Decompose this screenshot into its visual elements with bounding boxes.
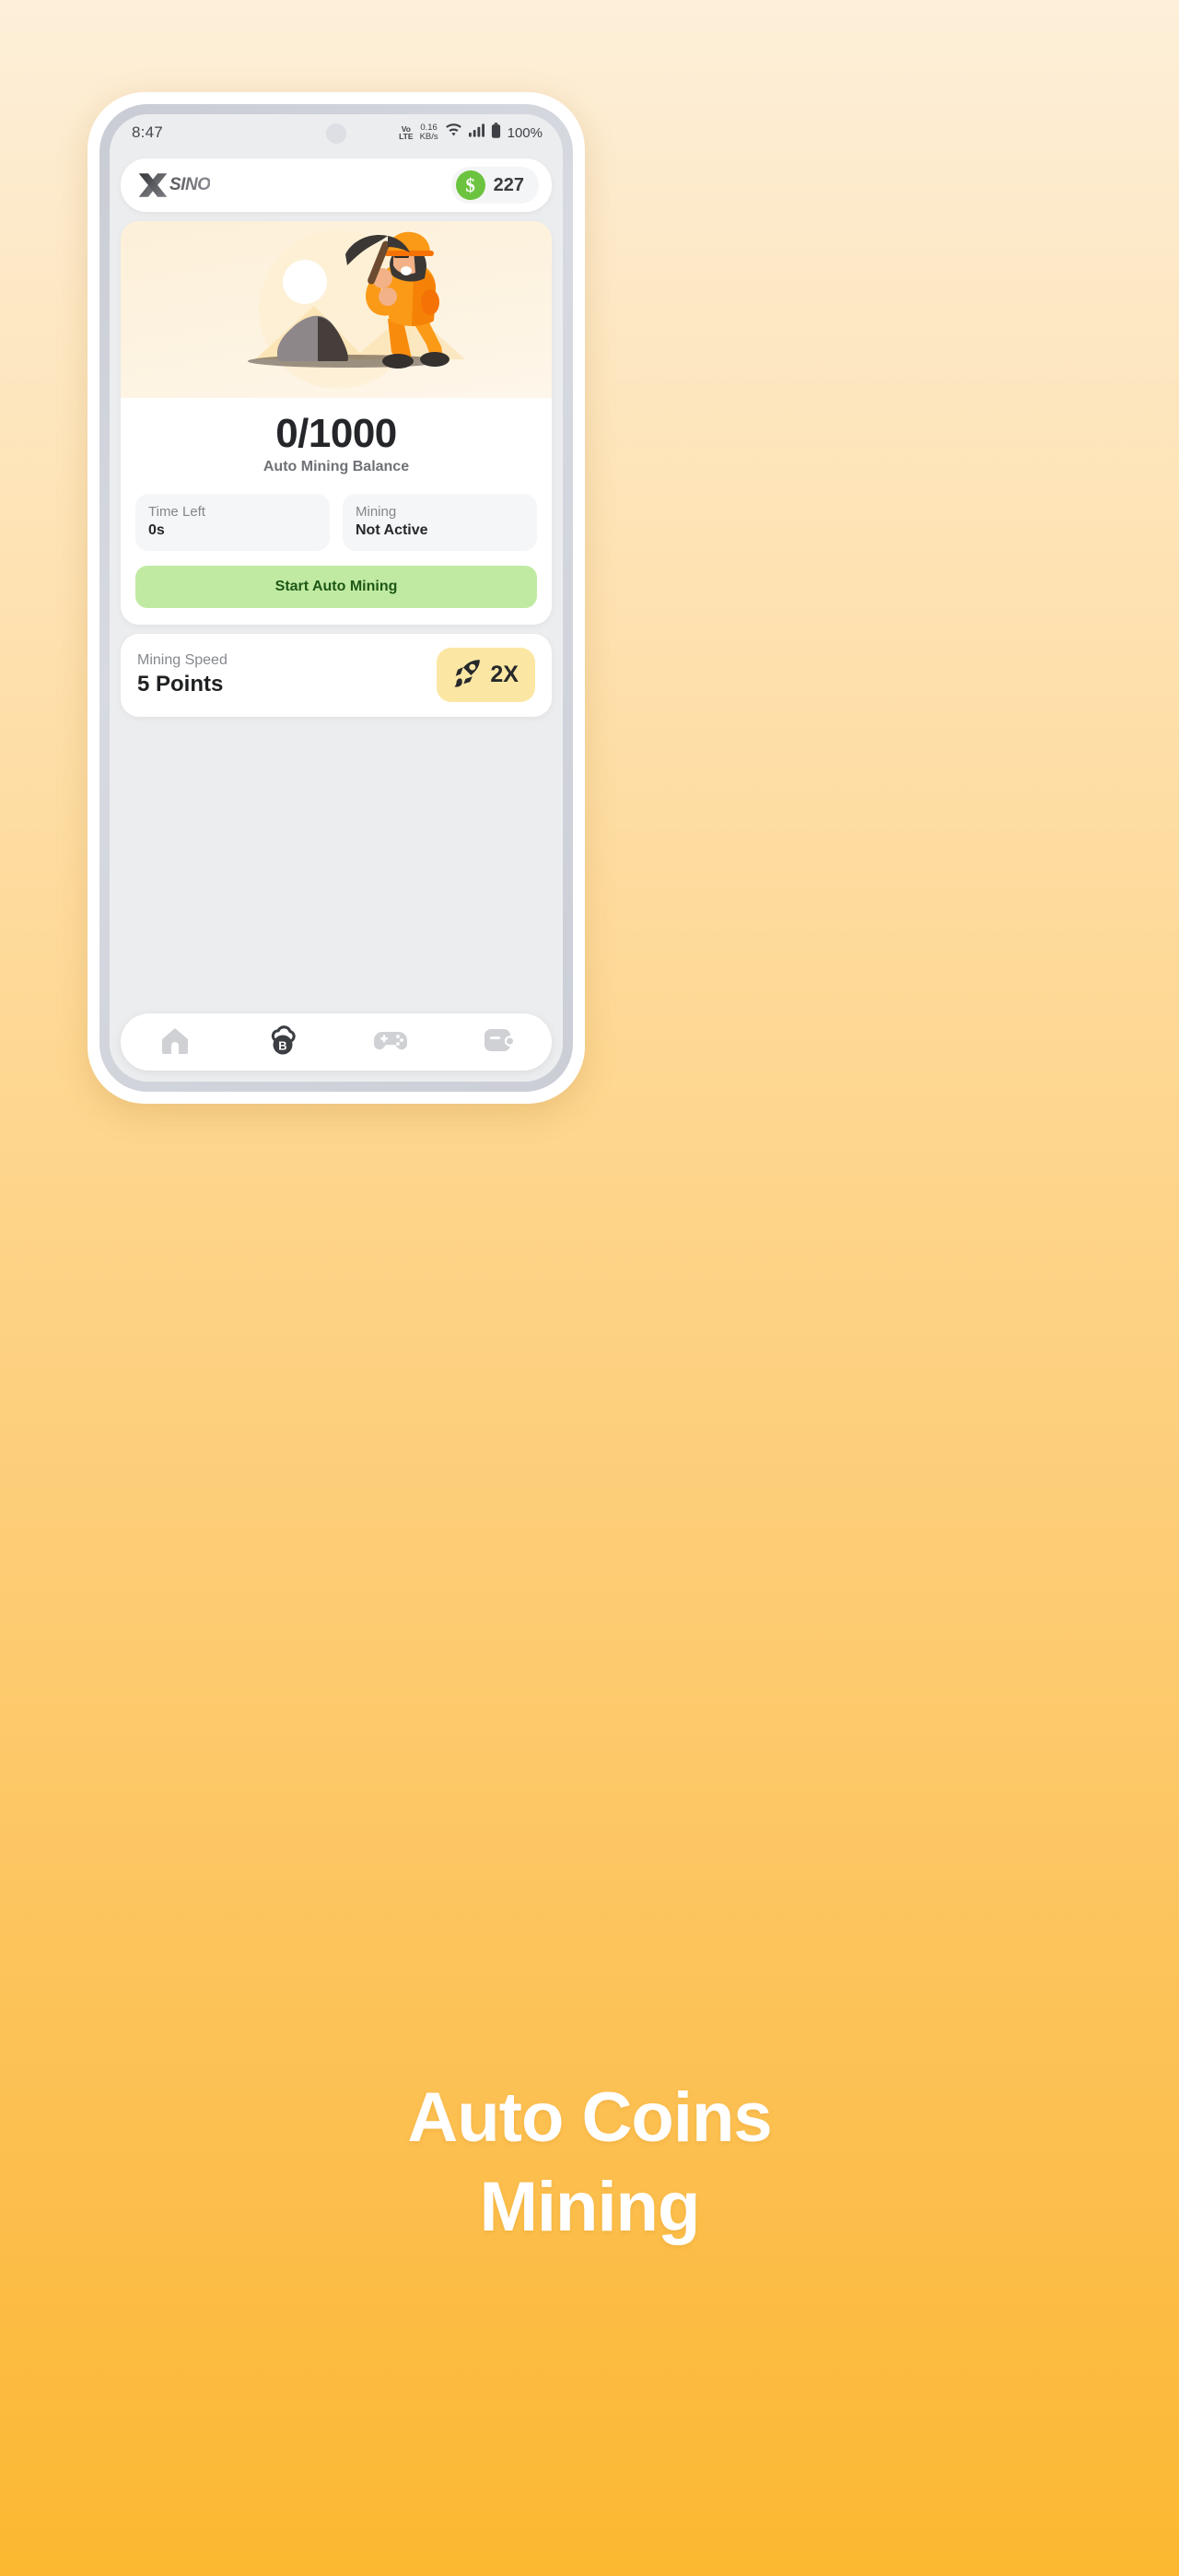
stat-time-left-label: Time Left <box>148 503 205 520</box>
stat-mining-status: Mining Not Active <box>343 493 537 551</box>
volte-bottom-label: LTE <box>399 132 414 141</box>
status-bar-clock: 8:47 <box>132 123 163 141</box>
promo-headline-line2: Mining <box>479 2168 701 2247</box>
svg-text:B: B <box>278 1038 286 1052</box>
status-bar: 8:47 Vo LTE 0.16 KB/s 100% <box>110 114 563 151</box>
volte-icon: Vo LTE <box>399 124 414 141</box>
coin-balance-value: 227 <box>493 174 524 195</box>
stat-mining-status-label: Mining <box>356 503 397 520</box>
app-logo-text: SINO <box>169 175 211 194</box>
promo-headline: Auto Coins Mining <box>0 2073 1179 2253</box>
nav-item-wallet[interactable] <box>469 1018 528 1066</box>
rocket-icon <box>451 657 483 693</box>
x-logo-icon <box>137 171 169 199</box>
app-content: SINO $ 227 0/1000 Auto Mining Balance Ti… <box>110 151 563 1082</box>
stat-mining-status-value: Not Active <box>356 521 428 538</box>
app-header-bar: SINO $ 227 <box>121 158 552 212</box>
balance-section: 0/1000 Auto Mining Balance <box>121 398 552 481</box>
mining-stats-row: Time Left 0s Mining Not Active <box>121 481 552 551</box>
cloud-bitcoin-mining-icon: B <box>266 1025 299 1060</box>
app-logo[interactable]: SINO <box>137 171 211 199</box>
network-speed-indicator: 0.16 KB/s <box>420 123 438 142</box>
promo-headline-line1: Auto Coins <box>407 2078 772 2157</box>
nav-item-games[interactable] <box>361 1018 420 1066</box>
nav-item-mining[interactable]: B <box>253 1018 312 1066</box>
boost-2x-button[interactable]: 2X <box>437 647 535 702</box>
mining-speed-card: Mining Speed 5 Points 2X <box>121 633 552 717</box>
home-icon <box>159 1025 191 1060</box>
auto-mining-card: 0/1000 Auto Mining Balance Time Left 0s … <box>121 221 552 625</box>
phone-mockup: 8:47 Vo LTE 0.16 KB/s 100% SINO $ 227 0/… <box>88 92 585 1104</box>
cellular-signal-icon <box>468 123 484 142</box>
start-auto-mining-button[interactable]: Start Auto Mining <box>135 565 537 608</box>
coin-balance-pill[interactable]: $ 227 <box>450 167 539 204</box>
battery-full-icon <box>491 123 501 143</box>
gamepad-icon <box>373 1026 408 1059</box>
auto-mining-balance-label: Auto Mining Balance <box>263 458 410 474</box>
wallet-icon <box>483 1026 515 1059</box>
wifi-icon <box>445 123 462 142</box>
dollar-coin-icon: $ <box>455 170 485 200</box>
miner-illustration <box>121 221 552 398</box>
phone-screen: 8:47 Vo LTE 0.16 KB/s 100% SINO $ 227 0/… <box>110 114 563 1082</box>
status-bar-indicators: Vo LTE 0.16 KB/s 100% <box>399 123 543 143</box>
stat-time-left: Time Left 0s <box>135 493 330 551</box>
mining-speed-info: Mining Speed 5 Points <box>137 652 228 697</box>
boost-multiplier-label: 2X <box>490 661 519 687</box>
mining-speed-label: Mining Speed <box>137 651 228 668</box>
mining-speed-value: 5 Points <box>137 671 224 697</box>
battery-percent-label: 100% <box>507 124 543 141</box>
nav-item-home[interactable] <box>146 1018 204 1066</box>
bottom-navigation-bar: B <box>121 1013 552 1071</box>
auto-mining-balance-value: 0/1000 <box>275 411 397 456</box>
front-camera-punch-hole <box>326 123 346 144</box>
network-speed-unit: KB/s <box>419 132 438 142</box>
stat-time-left-value: 0s <box>148 521 165 538</box>
